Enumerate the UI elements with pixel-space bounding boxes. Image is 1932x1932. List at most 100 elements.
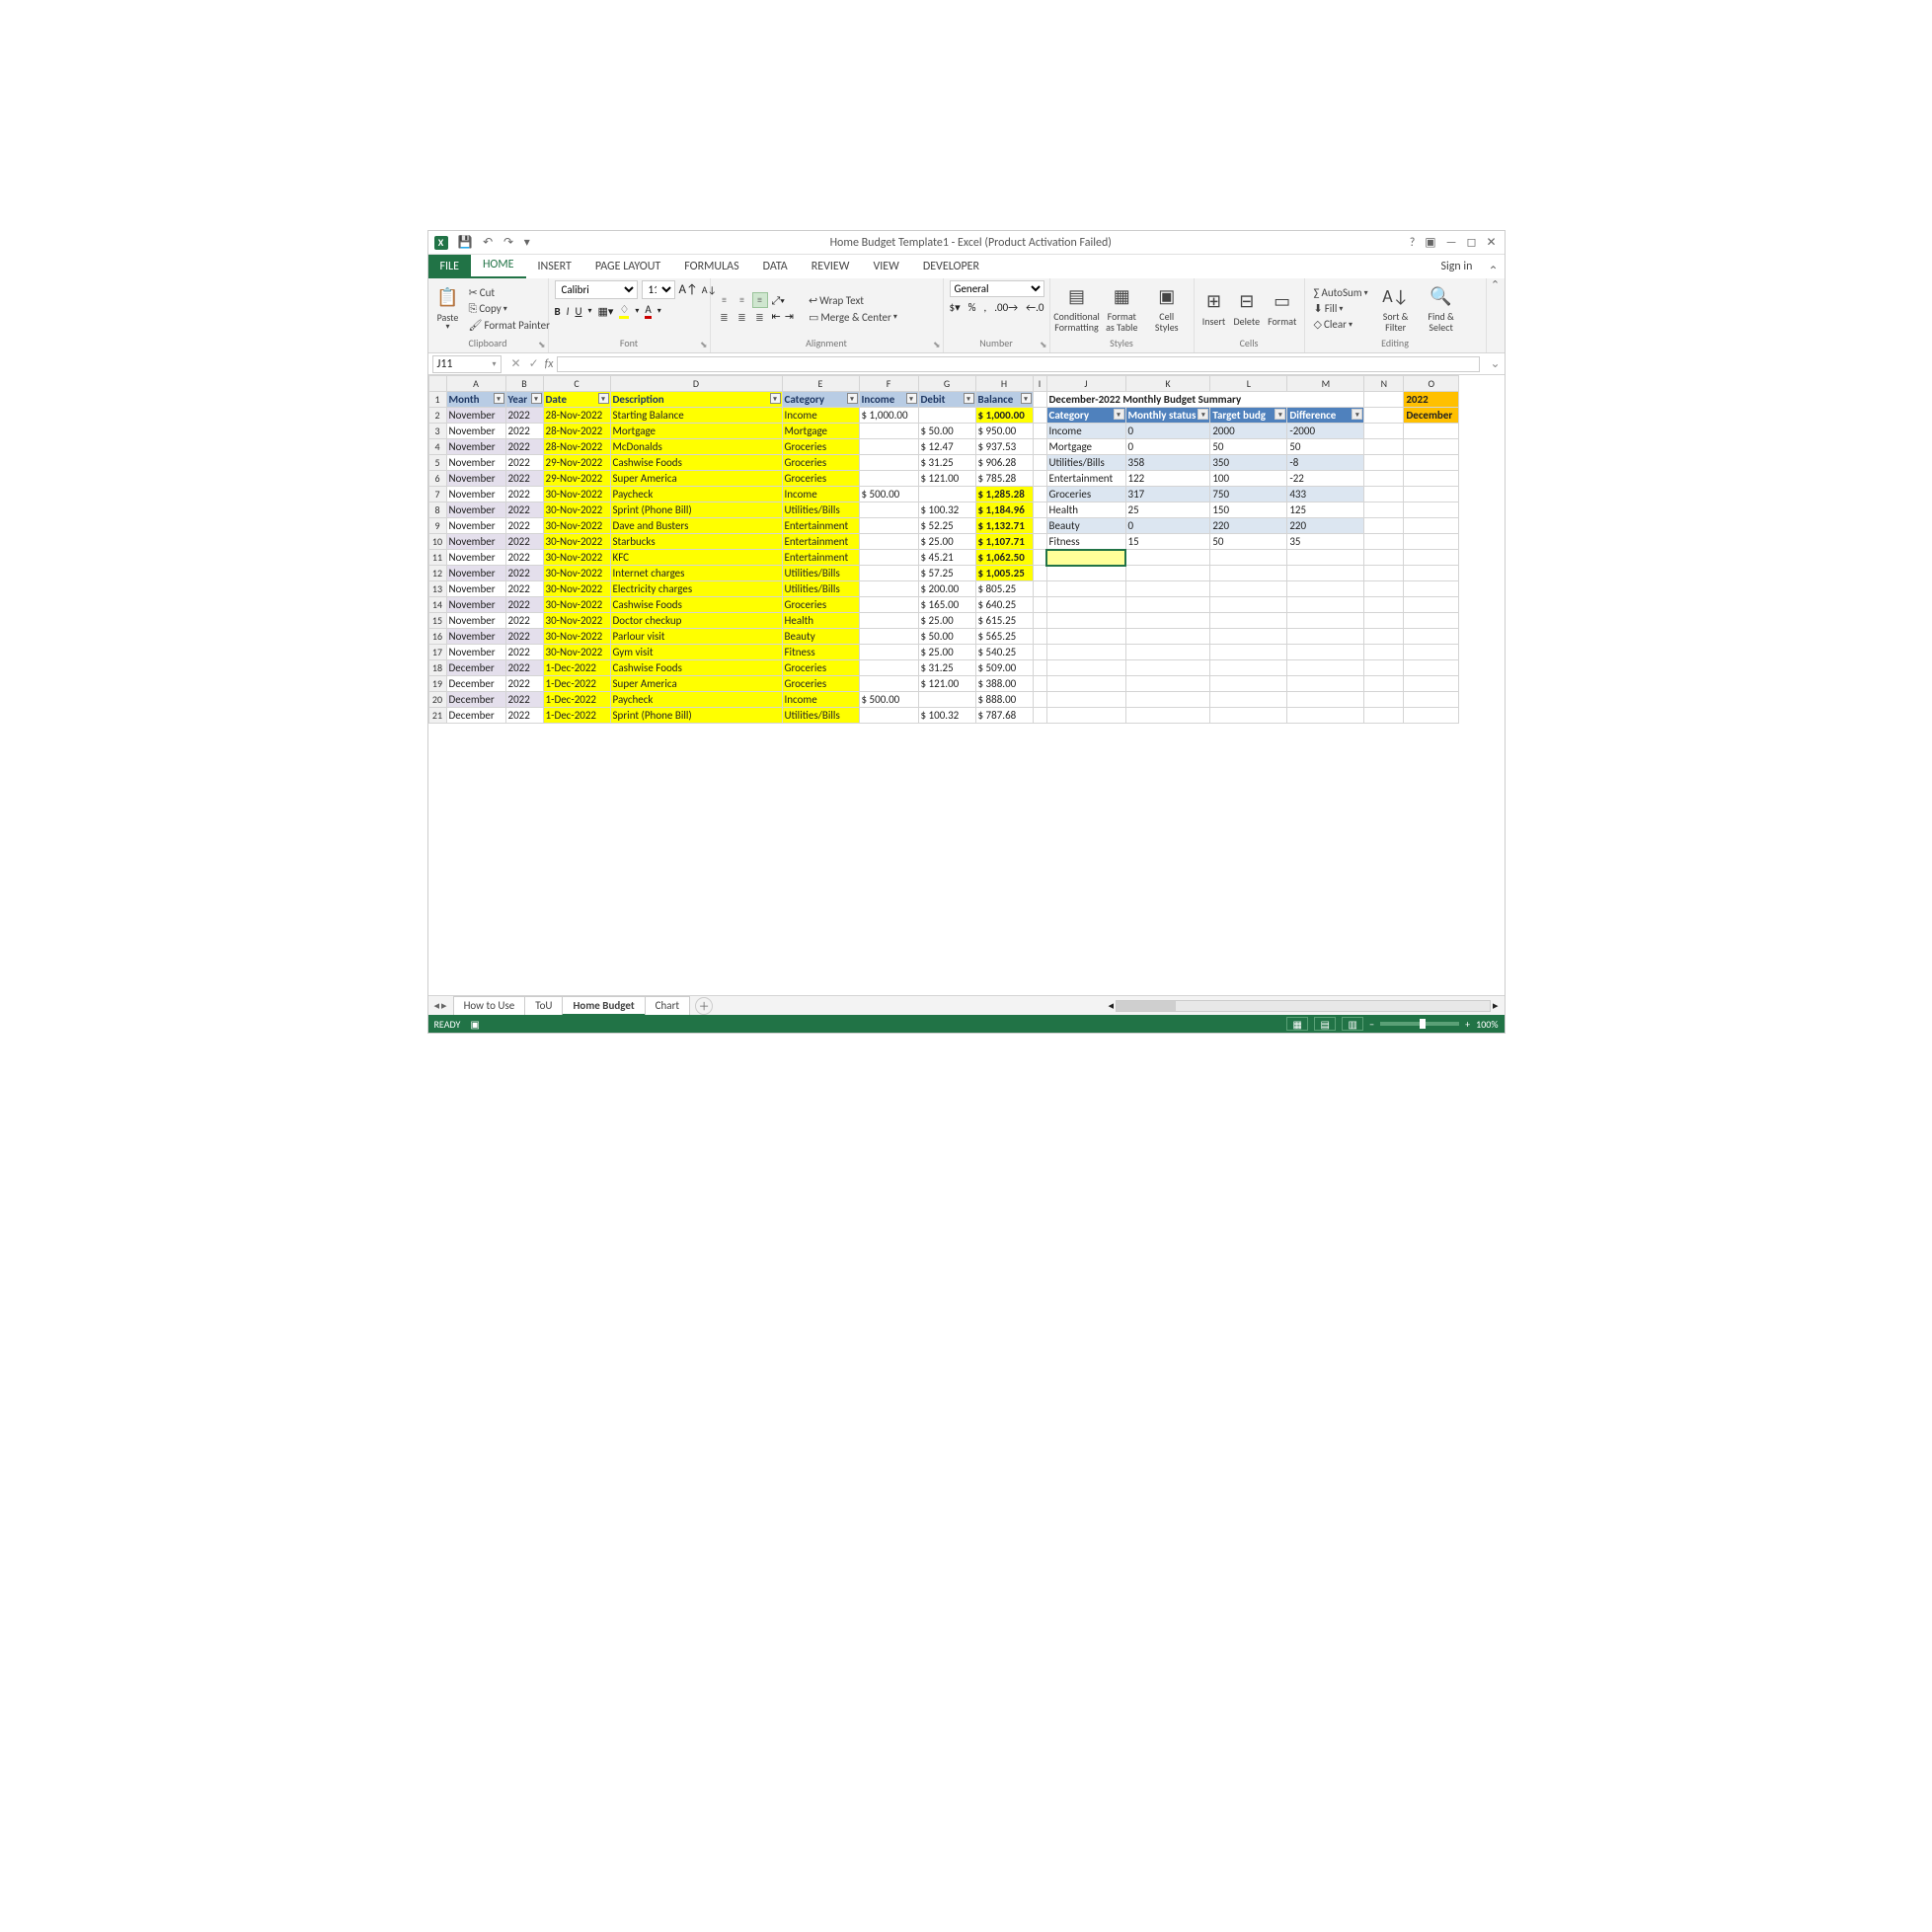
border-button[interactable]: ▦▾ <box>598 305 614 318</box>
cell-G21[interactable]: $ 100.32 <box>918 708 975 724</box>
font-size-select[interactable]: 11 <box>642 280 675 299</box>
col-header-I[interactable]: I <box>1033 376 1046 392</box>
cell-G6[interactable]: $ 121.00 <box>918 471 975 487</box>
cell-D8[interactable]: Sprint (Phone Bill) <box>610 502 782 518</box>
wrap-text-button[interactable]: ↩Wrap Text <box>806 293 900 308</box>
summary-header-J[interactable]: Category▾ <box>1046 408 1125 424</box>
summary-diff[interactable]: 50 <box>1287 439 1364 455</box>
cell-H6[interactable]: $ 785.28 <box>975 471 1033 487</box>
cell-C8[interactable]: 30-Nov-2022 <box>543 502 610 518</box>
currency-button[interactable]: $▾ <box>950 301 961 314</box>
col-header-H[interactable]: H <box>975 376 1033 392</box>
expand-formula-bar-icon[interactable]: ⌄ <box>1486 356 1504 371</box>
summary-status[interactable]: 122 <box>1125 471 1210 487</box>
cell-G11[interactable]: $ 45.21 <box>918 550 975 566</box>
cell-B6[interactable]: 2022 <box>505 471 543 487</box>
enter-formula-icon[interactable]: ✓ <box>529 356 539 371</box>
table-header-A[interactable]: Month▾ <box>446 392 505 408</box>
row-header[interactable]: 20 <box>428 692 446 708</box>
cell-H7[interactable]: $ 1,285.28 <box>975 487 1033 502</box>
summary-diff[interactable]: 220 <box>1287 518 1364 534</box>
col-header-D[interactable]: D <box>610 376 782 392</box>
summary-cat[interactable]: Groceries <box>1046 487 1125 502</box>
cell-D14[interactable]: Cashwise Foods <box>610 597 782 613</box>
cell-D21[interactable]: Sprint (Phone Bill) <box>610 708 782 724</box>
fx-icon[interactable]: fx <box>545 357 558 371</box>
cell-E3[interactable]: Mortgage <box>782 424 859 439</box>
cell-F16[interactable] <box>859 629 918 645</box>
cell-F21[interactable] <box>859 708 918 724</box>
cell-F4[interactable] <box>859 439 918 455</box>
cell-D11[interactable]: KFC <box>610 550 782 566</box>
cell-B20[interactable]: 2022 <box>505 692 543 708</box>
italic-button[interactable]: I <box>567 305 570 318</box>
conditional-formatting-button[interactable]: ▤Conditional Formatting <box>1056 283 1098 335</box>
cell-E17[interactable]: Fitness <box>782 645 859 660</box>
cell-G3[interactable]: $ 50.00 <box>918 424 975 439</box>
cell-D10[interactable]: Starbucks <box>610 534 782 550</box>
filter-icon[interactable]: ▾ <box>770 393 781 404</box>
close-icon[interactable]: ✕ <box>1486 235 1496 250</box>
filter-icon[interactable]: ▾ <box>847 393 858 404</box>
summary-diff[interactable]: -8 <box>1287 455 1364 471</box>
summary-diff[interactable]: 433 <box>1287 487 1364 502</box>
filter-icon[interactable]: ▾ <box>1198 409 1208 420</box>
cut-button[interactable]: ✂Cut <box>466 285 553 300</box>
cell-F15[interactable] <box>859 613 918 629</box>
summary-header-M[interactable]: Difference▾ <box>1287 408 1364 424</box>
table-header-D[interactable]: Description▾ <box>610 392 782 408</box>
col-header-F[interactable]: F <box>859 376 918 392</box>
zoom-in-icon[interactable]: + <box>1465 1018 1470 1031</box>
clipboard-launcher-icon[interactable]: ⬊ <box>538 340 546 350</box>
table-header-C[interactable]: Date▾ <box>543 392 610 408</box>
filter-icon[interactable]: ▾ <box>1021 393 1032 404</box>
summary-target[interactable]: 2000 <box>1210 424 1287 439</box>
merge-center-button[interactable]: ▭Merge & Center▾ <box>806 310 900 325</box>
tab-developer[interactable]: DEVELOPER <box>911 255 991 278</box>
cell-A20[interactable]: December <box>446 692 505 708</box>
summary-status[interactable]: 317 <box>1125 487 1210 502</box>
cell-B17[interactable]: 2022 <box>505 645 543 660</box>
cell-A21[interactable]: December <box>446 708 505 724</box>
cell-A3[interactable]: November <box>446 424 505 439</box>
cell-G7[interactable] <box>918 487 975 502</box>
comma-button[interactable]: , <box>983 301 986 314</box>
cell-A10[interactable]: November <box>446 534 505 550</box>
grow-font-icon[interactable]: A↑ <box>679 282 698 297</box>
cell-B2[interactable]: 2022 <box>505 408 543 424</box>
cell-G5[interactable]: $ 31.25 <box>918 455 975 471</box>
cell-A9[interactable]: November <box>446 518 505 534</box>
cell-E6[interactable]: Groceries <box>782 471 859 487</box>
help-icon[interactable]: ? <box>1410 236 1416 250</box>
cell-H8[interactable]: $ 1,184.96 <box>975 502 1033 518</box>
cell-E20[interactable]: Income <box>782 692 859 708</box>
cell-H9[interactable]: $ 1,132.71 <box>975 518 1033 534</box>
cell-C4[interactable]: 28-Nov-2022 <box>543 439 610 455</box>
filter-icon[interactable]: ▾ <box>531 393 542 404</box>
summary-status[interactable]: 15 <box>1125 534 1210 550</box>
cell-B9[interactable]: 2022 <box>505 518 543 534</box>
fill-color-button[interactable]: ♢ <box>619 303 629 319</box>
summary-status[interactable]: 0 <box>1125 424 1210 439</box>
summary-cat[interactable]: Utilities/Bills <box>1046 455 1125 471</box>
cell-F12[interactable] <box>859 566 918 581</box>
cell-G16[interactable]: $ 50.00 <box>918 629 975 645</box>
cell-E12[interactable]: Utilities/Bills <box>782 566 859 581</box>
row-header[interactable]: 10 <box>428 534 446 550</box>
number-format-select[interactable]: General <box>950 280 1044 297</box>
col-header-A[interactable]: A <box>446 376 505 392</box>
select-all-cell[interactable] <box>428 376 446 392</box>
page-layout-view-icon[interactable]: ▤ <box>1314 1017 1336 1031</box>
cell-C15[interactable]: 30-Nov-2022 <box>543 613 610 629</box>
undo-icon[interactable]: ↶ <box>479 236 497 250</box>
cell-D5[interactable]: Cashwise Foods <box>610 455 782 471</box>
cell-F14[interactable] <box>859 597 918 613</box>
cell-B5[interactable]: 2022 <box>505 455 543 471</box>
cells[interactable]: ABCDEFGHIJKLMNO1Month▾Year▾Date▾Descript… <box>428 375 1460 724</box>
cell-C6[interactable]: 29-Nov-2022 <box>543 471 610 487</box>
cell-G15[interactable]: $ 25.00 <box>918 613 975 629</box>
minimize-icon[interactable]: — <box>1446 236 1457 250</box>
summary-target[interactable]: 220 <box>1210 518 1287 534</box>
cancel-formula-icon[interactable]: ✕ <box>511 356 521 371</box>
cell-C11[interactable]: 30-Nov-2022 <box>543 550 610 566</box>
